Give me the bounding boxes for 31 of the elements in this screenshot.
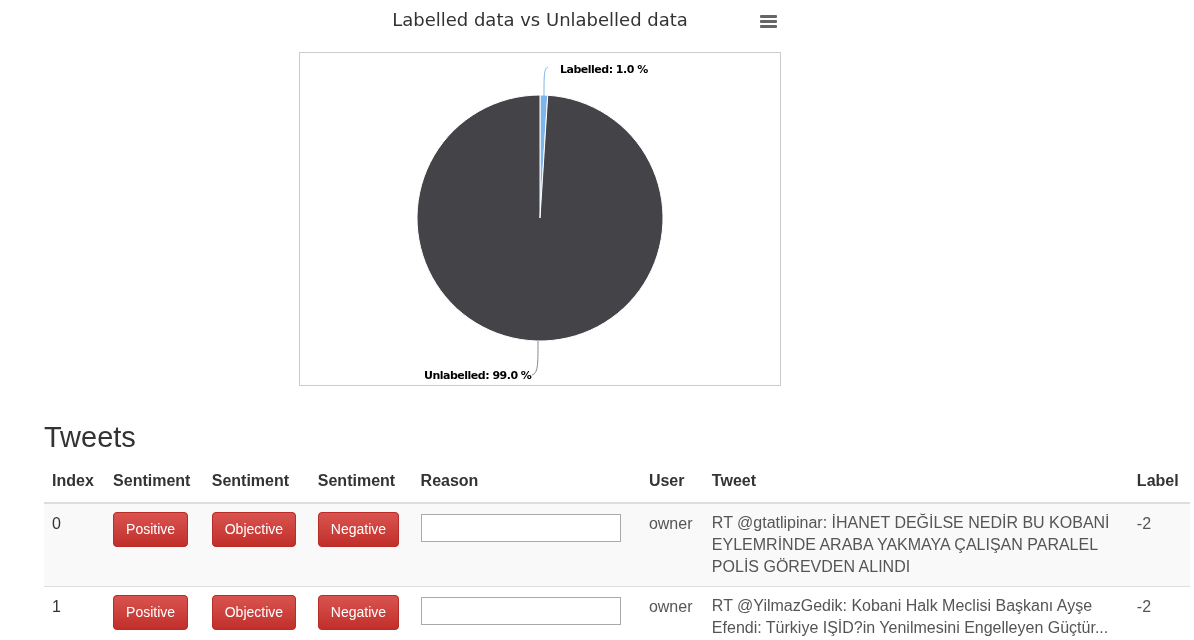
column-header: Sentiment bbox=[211, 472, 290, 489]
column-header: Tweet bbox=[711, 472, 756, 489]
table-cell: owner bbox=[648, 515, 693, 532]
table-cell: -2 bbox=[1136, 598, 1152, 615]
tweet-text: RT @gtatlipinar: İHANET DEĞİLSE NEDİR BU KOBANİ EYLEMRİNDE ARABA YAKMAYA ÇALIŞAN PARALEL POLİS GÖREVDEN ALINDI bbox=[711, 514, 1110, 575]
sentiment-button[interactable]: Negative bbox=[317, 512, 400, 547]
data-label: Unlabelled: 99.0 % bbox=[424, 368, 532, 384]
sentiment-button[interactable]: Positive bbox=[113, 595, 189, 630]
table-cell: 0 bbox=[52, 515, 61, 532]
table-cell: owner bbox=[648, 598, 693, 615]
table-cell: -2 bbox=[1136, 515, 1152, 532]
data-label: Labelled: 1.0 % bbox=[560, 62, 648, 78]
reason-field[interactable] bbox=[420, 514, 621, 542]
column-header: Label bbox=[1136, 472, 1179, 489]
tweet-text: RT @YilmazGedik: Kobani Halk Meclisi Başkanı Ayşe Efendi: Türkiye IŞİD?in Yenilmesini Engelleyen Güçtür... bbox=[711, 597, 1109, 636]
leader-line bbox=[543, 66, 549, 98]
column-header: User bbox=[648, 472, 685, 489]
sentiment-button[interactable]: Negative bbox=[317, 595, 400, 630]
leader-line bbox=[531, 340, 539, 377]
column-header: Sentiment bbox=[317, 472, 396, 489]
sentiment-button[interactable]: Objective bbox=[211, 512, 297, 547]
reason-field[interactable] bbox=[420, 597, 621, 625]
sentiment-button[interactable]: Positive bbox=[113, 512, 189, 547]
menu-icon[interactable] bbox=[760, 15, 777, 28]
column-header: Reason bbox=[420, 472, 479, 489]
table-cell: 1 bbox=[52, 598, 61, 615]
column-header: Index bbox=[52, 472, 94, 489]
column-header: Sentiment bbox=[113, 472, 191, 489]
section-title: Tweets bbox=[44, 420, 137, 454]
chart-title: Labelled data vs Unlabelled data bbox=[392, 8, 688, 32]
sentiment-button[interactable]: Objective bbox=[211, 595, 297, 630]
